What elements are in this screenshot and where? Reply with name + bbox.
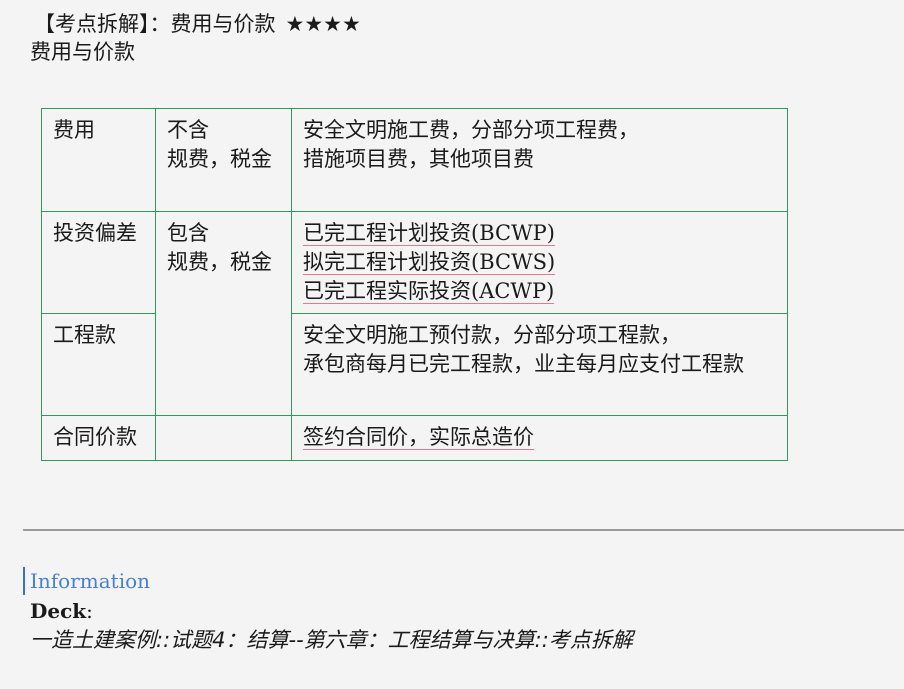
section-divider	[23, 529, 904, 531]
exclusion-line-1: 不含	[167, 118, 209, 142]
table-row: 工程款 安全文明施工预付款，分部分项工程款， 承包商每月已完工程款，业主每月应支…	[41, 313, 788, 416]
table-row: 投资偏差 包含 规费，税金 已完工程计划投资(BCWP) 拟完工程计划投资(BC…	[41, 211, 788, 416]
fees-line-2: 措施项目费，其他项目费	[303, 147, 534, 171]
inclusion-line-2: 规费，税金	[167, 250, 272, 274]
exclusion-line-2: 规费，税金	[167, 147, 272, 171]
heading-label: 【考点拆解】：	[34, 12, 171, 36]
acwp-term: 已完工程实际投资(ACWP)	[303, 279, 555, 304]
information-heading: Information	[23, 567, 150, 595]
table-row: 合同价款 签约合同价，实际总造价	[41, 415, 788, 461]
inclusion-line-1: 包含	[167, 221, 209, 245]
contract-price-term: 签约合同价，实际总造价	[303, 425, 534, 450]
row-label-project-payment: 工程款	[53, 323, 116, 347]
table-cell: 工程款	[41, 313, 156, 416]
table-cell: 签约合同价，实际总造价	[291, 415, 788, 461]
table-cell: 已完工程计划投资(BCWP) 拟完工程计划投资(BCWS) 已完工程实际投资(A…	[291, 211, 788, 314]
cost-comparison-table: 费用 不含 规费，税金 安全文明施工费，分部分项工程费， 措施项目费，其他项目费…	[41, 108, 788, 461]
importance-stars: ★★★★	[285, 12, 361, 36]
payment-line-2: 承包商每月已完工程款，业主每月应支付工程款	[303, 352, 744, 376]
heading-topic: 费用与价款	[170, 12, 276, 36]
table-cell: 安全文明施工预付款，分部分项工程款， 承包商每月已完工程款，业主每月应支付工程款	[291, 313, 788, 416]
table-cell: 不含 规费，税金	[155, 108, 292, 212]
card-subheading: 费用与价款	[30, 40, 135, 64]
table-row: 费用 不含 规费，税金 安全文明施工费，分部分项工程费， 措施项目费，其他项目费	[41, 108, 788, 212]
bcwp-term: 已完工程计划投资(BCWP)	[303, 221, 555, 246]
bcws-term: 拟完工程计划投资(BCWS)	[303, 250, 556, 275]
table-cell-merged: 包含 规费，税金	[155, 211, 292, 416]
table-cell: 合同价款	[41, 415, 156, 461]
payment-line-1: 安全文明施工预付款，分部分项工程款，	[303, 323, 681, 347]
table-cell: 投资偏差	[41, 211, 156, 314]
row-label-fees: 费用	[53, 118, 95, 142]
table-cell-empty	[155, 415, 292, 461]
row-label-contract-price: 合同价款	[53, 425, 137, 449]
row-label-investment-deviation: 投资偏差	[53, 221, 137, 245]
table-cell: 安全文明施工费，分部分项工程费， 措施项目费，其他项目费	[291, 108, 788, 212]
card-heading: 【考点拆解】：费用与价款 ★★★★	[34, 10, 361, 38]
deck-path: 一造土建案例::试题4：结算--第六章：工程结算与决算::考点拆解	[30, 628, 633, 652]
deck-label: Deck	[30, 599, 87, 623]
table-cell: 费用	[41, 108, 156, 212]
fees-line-1: 安全文明施工费，分部分项工程费，	[303, 118, 639, 142]
deck-label-line: Deck:	[30, 597, 93, 625]
deck-colon: :	[86, 599, 93, 623]
